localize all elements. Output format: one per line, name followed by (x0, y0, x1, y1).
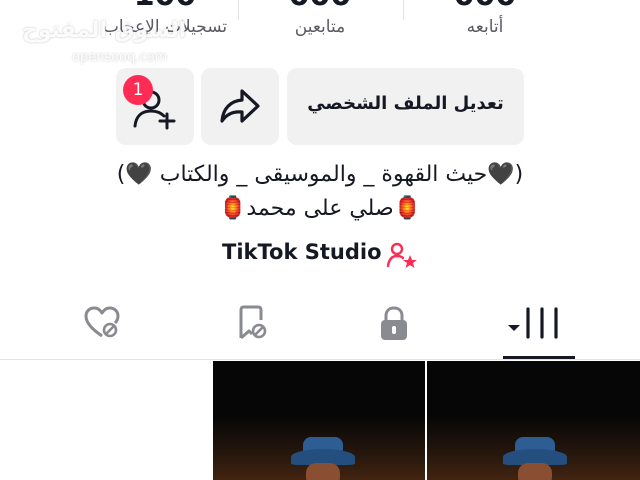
followers-label: متابعين (294, 17, 346, 37)
watermark-text: السوق المفتوح (22, 18, 187, 43)
thumbnail-face (518, 463, 552, 480)
notification-badge: 1 (123, 75, 153, 105)
video-thumbnail[interactable] (213, 361, 425, 480)
edit-profile-label: تعديل الملف الشخصي (307, 93, 504, 114)
following-label: أتابعه (466, 17, 504, 37)
share-arrow-icon (220, 89, 260, 123)
followers-count: 000 (245, 0, 395, 13)
profile-tabs (0, 295, 640, 360)
stat-divider (403, 0, 404, 20)
lock-icon (381, 306, 407, 340)
watermark: السوق المفتوح opensooq.com (22, 18, 187, 65)
saved-bookmark-hidden-icon (239, 305, 267, 340)
tab-favorites[interactable] (199, 295, 299, 355)
video-thumbnail[interactable] (0, 361, 211, 480)
thumbnail-face (306, 463, 340, 480)
watermark-url: opensooq.com (72, 50, 168, 65)
tiktok-studio-label: TikTok Studio (222, 240, 382, 264)
tab-liked[interactable] (52, 295, 152, 355)
bio-line-1: (🖤حيث القهوة _ والموسيقى _ والكتاب 🖤) (116, 162, 524, 187)
following-count: 000 (410, 0, 560, 13)
videos-grid-icon (508, 307, 558, 339)
likes-count: 100 (90, 0, 240, 13)
tiktok-studio-link[interactable]: TikTok Studio (222, 240, 417, 270)
active-tab-indicator (503, 356, 575, 359)
share-profile-button[interactable] (201, 68, 279, 145)
liked-heart-hidden-icon (84, 306, 120, 338)
bio-line-2: 🏮صلي على محمد🏮 (218, 196, 422, 221)
creator-star-icon (386, 242, 417, 268)
video-thumbnail[interactable] (427, 361, 640, 480)
tab-videos[interactable] (495, 295, 595, 355)
edit-profile-button[interactable]: تعديل الملف الشخصي (287, 68, 524, 145)
tab-private[interactable] (342, 295, 442, 355)
